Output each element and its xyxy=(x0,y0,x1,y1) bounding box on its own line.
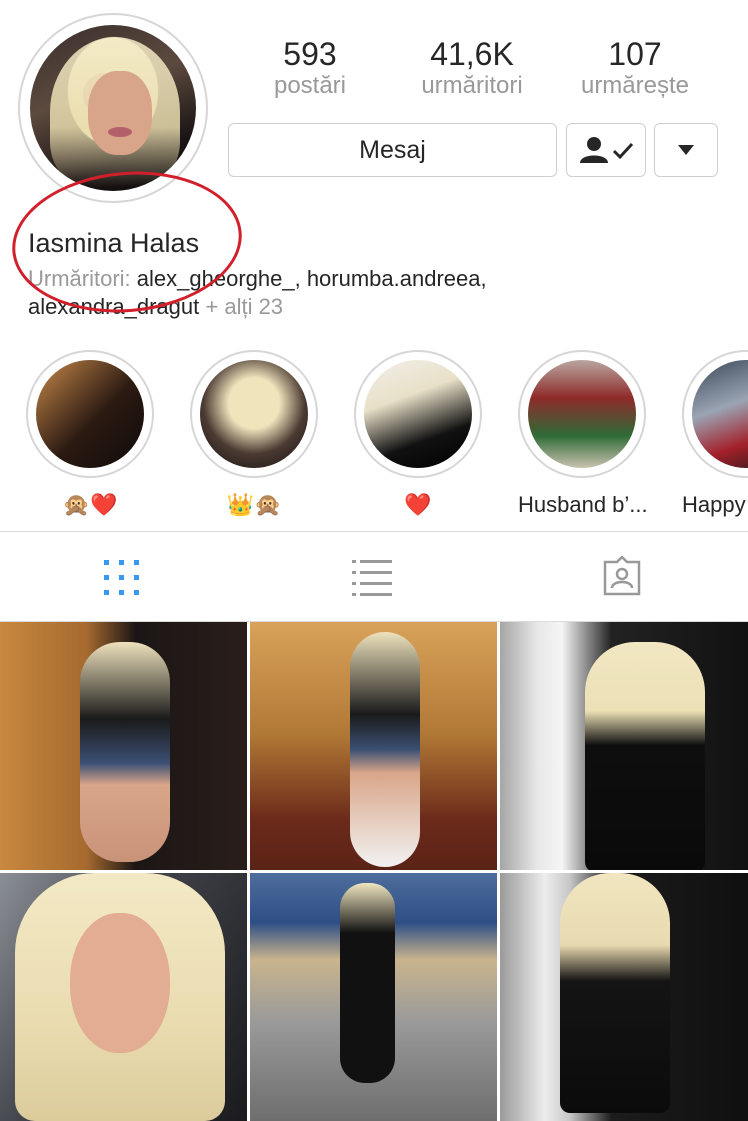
caret-down-icon xyxy=(678,145,694,155)
stat-following[interactable]: 107 urmărește xyxy=(555,36,715,100)
grid-photo[interactable] xyxy=(0,622,247,870)
following-button[interactable] xyxy=(566,123,646,177)
followers-count: 41,6K xyxy=(430,36,514,72)
list-icon xyxy=(352,560,392,596)
stat-followers[interactable]: 41,6K urmăritori xyxy=(392,36,552,100)
followed-by-more[interactable]: + alți 23 xyxy=(205,294,283,319)
tab-grid[interactable] xyxy=(102,558,142,603)
message-button[interactable]: Mesaj xyxy=(228,123,557,177)
stat-posts: 593 postări xyxy=(230,36,390,100)
highlight-caption: ❤️ xyxy=(404,492,432,517)
highlight-caption: 🙊❤️ xyxy=(62,492,118,517)
following-count: 107 xyxy=(608,36,662,72)
highlight-item[interactable]: ❤️ xyxy=(354,350,482,518)
grid-photo[interactable] xyxy=(500,622,748,870)
tab-tagged[interactable] xyxy=(602,555,642,601)
grid-photo[interactable] xyxy=(0,873,247,1121)
highlight-caption: Happy xyxy=(682,492,746,517)
followers-label: urmăritori xyxy=(421,72,523,99)
grid-icon xyxy=(104,560,139,595)
avatar[interactable] xyxy=(30,25,196,191)
highlight-item[interactable]: 🙊❤️ xyxy=(26,350,154,518)
posts-count: 593 xyxy=(283,36,337,72)
tagged-icon xyxy=(603,555,641,596)
highlight-item[interactable]: Husband b’... xyxy=(518,350,648,518)
grid-photo[interactable] xyxy=(500,873,748,1121)
person-check-icon xyxy=(580,137,634,163)
highlight-caption: 👑🙊 xyxy=(226,492,282,517)
grid-photo[interactable] xyxy=(250,622,497,870)
more-options-button[interactable] xyxy=(654,123,718,177)
following-label: urmărește xyxy=(580,72,690,99)
tab-list[interactable] xyxy=(352,558,392,603)
highlight-item[interactable]: 👑🙊 xyxy=(190,350,318,518)
divider xyxy=(0,531,748,532)
posts-label: postări xyxy=(273,72,347,99)
grid-photo[interactable] xyxy=(250,873,497,1121)
highlight-caption: Husband b’... xyxy=(518,492,648,517)
highlight-item[interactable]: Happy xyxy=(682,350,748,518)
